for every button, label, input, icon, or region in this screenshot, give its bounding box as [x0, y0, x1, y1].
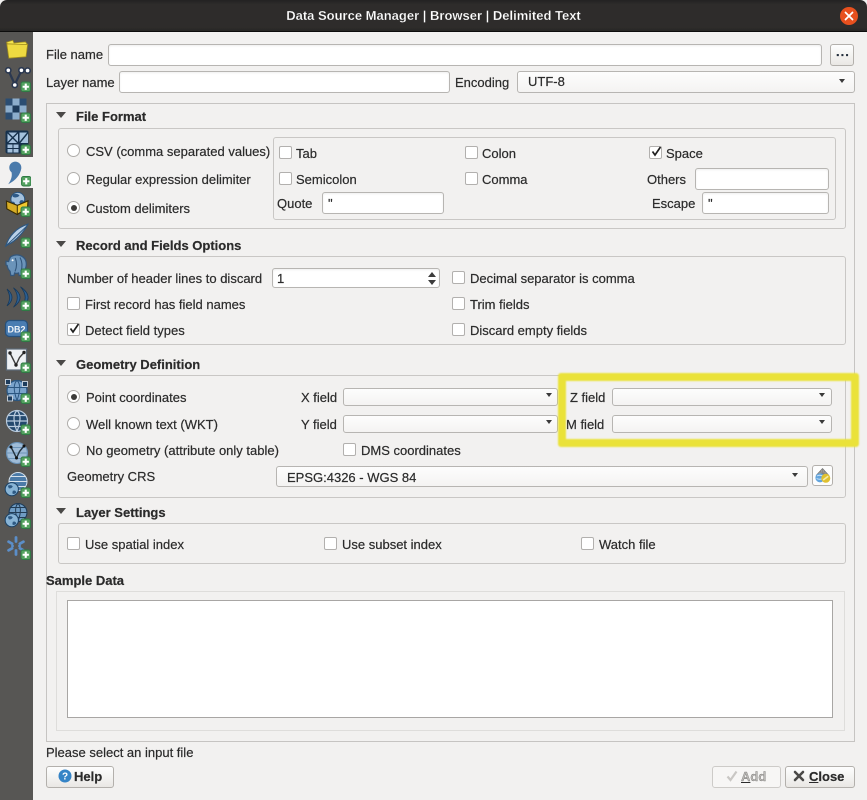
svg-text:?: ? [62, 772, 68, 783]
